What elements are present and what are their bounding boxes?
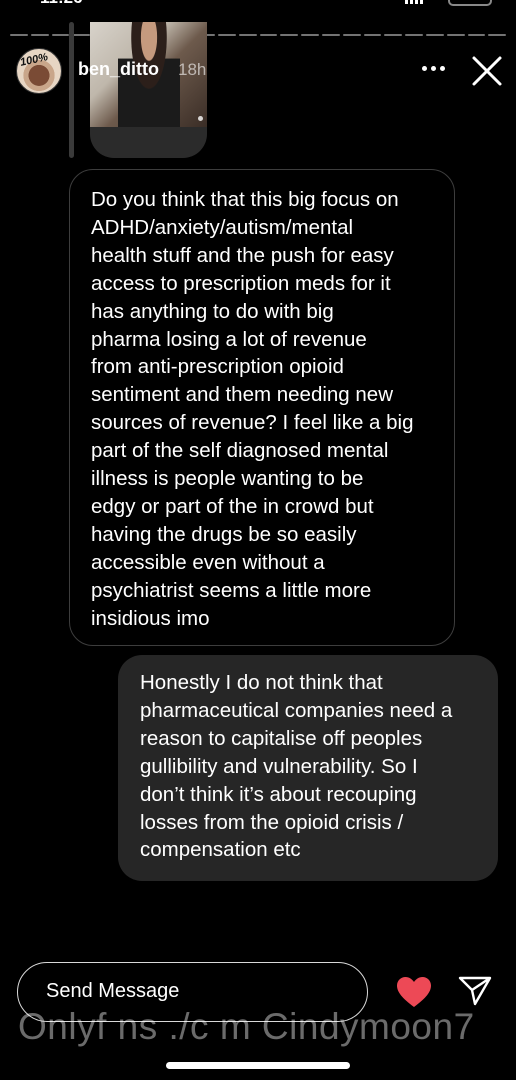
sent-message-text: Honestly I do not think that pharmaceuti… [140,671,453,862]
received-message-text: Do you think that this big focus on ADHD… [91,188,414,630]
story-progress-bar [10,34,507,37]
progress-segment [301,34,319,36]
avatar-text: 100% [19,51,50,69]
more-options-icon[interactable] [420,56,446,80]
progress-segment [30,34,49,36]
sent-message-bubble[interactable]: Honestly I do not think that pharmaceuti… [118,655,498,881]
story-header: 100% ben_ditto 18h [0,44,516,104]
progress-segment [446,34,465,36]
story-indicator-dot [198,116,203,121]
progress-segment [10,34,28,36]
progress-segment [280,34,299,36]
close-icon[interactable] [470,54,504,88]
progress-segment [217,34,236,36]
progress-segment [72,34,91,36]
progress-segment [342,34,361,36]
progress-segment [467,34,486,36]
progress-segment [488,34,507,36]
send-icon[interactable] [458,975,492,1007]
progress-segment [405,34,423,36]
received-message-bubble[interactable]: Do you think that this big focus on ADHD… [69,169,455,646]
progress-segment [425,34,444,36]
status-time: 11:26 [40,0,83,8]
watermark-text: Onlyf ns ./c m Cindymoon7 [18,1006,475,1047]
home-indicator[interactable] [166,1062,350,1069]
battery-icon [448,0,492,6]
progress-segment [238,34,257,36]
progress-segment [321,34,340,36]
avatar[interactable]: 100% [16,48,62,94]
send-message-input[interactable]: Send Message [46,980,179,1003]
heart-icon[interactable] [396,976,432,1008]
username[interactable]: ben_ditto [78,59,159,80]
progress-segment [384,34,403,36]
status-bar: 11:26 [0,0,516,10]
progress-segment [51,34,70,36]
progress-segment [363,34,382,36]
signal-icon [405,0,423,4]
post-timestamp: 18h [178,60,207,79]
progress-segment [259,34,278,36]
